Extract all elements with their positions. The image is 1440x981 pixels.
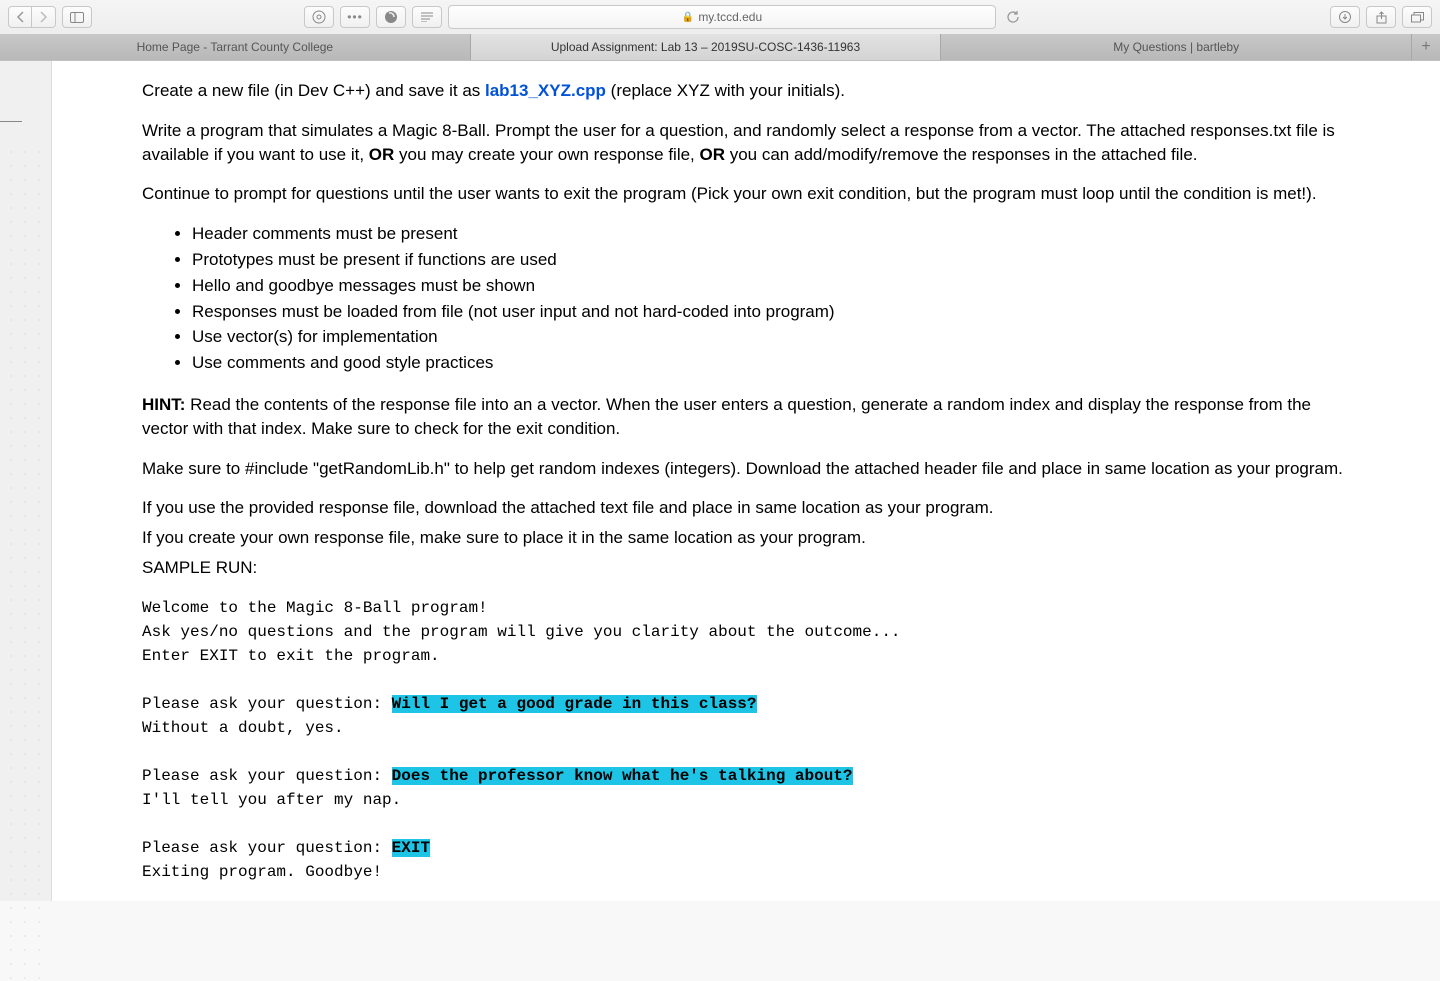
list-item: Header comments must be present (192, 222, 1350, 246)
instruction-create-file: Create a new file (in Dev C++) and save … (142, 79, 1350, 103)
hint-paragraph: HINT: Read the contents of the response … (142, 393, 1350, 441)
back-button[interactable] (8, 6, 32, 28)
new-tab-button[interactable]: + (1412, 34, 1440, 60)
instruction-own-file: If you create your own response file, ma… (142, 526, 1350, 550)
filename-link[interactable]: lab13_XYZ.cpp (485, 81, 606, 100)
privacy-button[interactable] (304, 6, 334, 28)
assignment-content: Create a new file (in Dev C++) and save … (52, 61, 1440, 901)
user-input: Does the professor know what he's talkin… (392, 767, 853, 785)
list-item: Prototypes must be present if functions … (192, 248, 1350, 272)
hint-label: HINT: (142, 395, 185, 414)
requirements-list: Header comments must be present Prototyp… (192, 222, 1350, 375)
content-area: Create a new file (in Dev C++) and save … (0, 61, 1440, 901)
instruction-loop: Continue to prompt for questions until t… (142, 182, 1350, 206)
url-text: my.tccd.edu (698, 10, 762, 24)
sample-output: Welcome to the Magic 8-Ball program! Ask… (142, 596, 1350, 884)
tab-bartleby[interactable]: My Questions | bartleby (941, 34, 1412, 60)
tabs-button[interactable] (1402, 6, 1432, 28)
tab-bar: Home Page - Tarrant County College Uploa… (0, 34, 1440, 60)
list-item: Hello and goodbye messages must be shown (192, 274, 1350, 298)
forward-button[interactable] (32, 6, 56, 28)
sidebar-toggle-button[interactable] (62, 6, 92, 28)
list-item: Responses must be loaded from file (not … (192, 300, 1350, 324)
share-button[interactable] (1366, 6, 1396, 28)
tab-assignment[interactable]: Upload Assignment: Lab 13 – 2019SU-COSC-… (471, 34, 942, 60)
user-input: EXIT (392, 839, 430, 857)
toolbar: ••• 🔒 my.tccd.edu (0, 0, 1440, 34)
downloads-button[interactable] (1330, 6, 1360, 28)
lock-icon: 🔒 (682, 12, 694, 23)
list-item: Use vector(s) for implementation (192, 325, 1350, 349)
address-bar[interactable]: 🔒 my.tccd.edu (448, 5, 996, 29)
reload-button[interactable] (1002, 6, 1024, 28)
left-sidebar (0, 61, 52, 901)
instruction-include: Make sure to #include "getRandomLib.h" t… (142, 457, 1350, 481)
instruction-provided-file: If you use the provided response file, d… (142, 496, 1350, 520)
list-item: Use comments and good style practices (192, 351, 1350, 375)
reader-button[interactable] (412, 6, 442, 28)
instruction-program-desc: Write a program that simulates a Magic 8… (142, 119, 1350, 167)
sample-run-label: SAMPLE RUN: (142, 556, 1350, 580)
more-button[interactable]: ••• (340, 6, 370, 28)
tab-home[interactable]: Home Page - Tarrant County College (0, 34, 471, 60)
extension-button[interactable] (376, 6, 406, 28)
browser-chrome: ••• 🔒 my.tccd.edu (0, 0, 1440, 61)
user-input: Will I get a good grade in this class? (392, 695, 757, 713)
